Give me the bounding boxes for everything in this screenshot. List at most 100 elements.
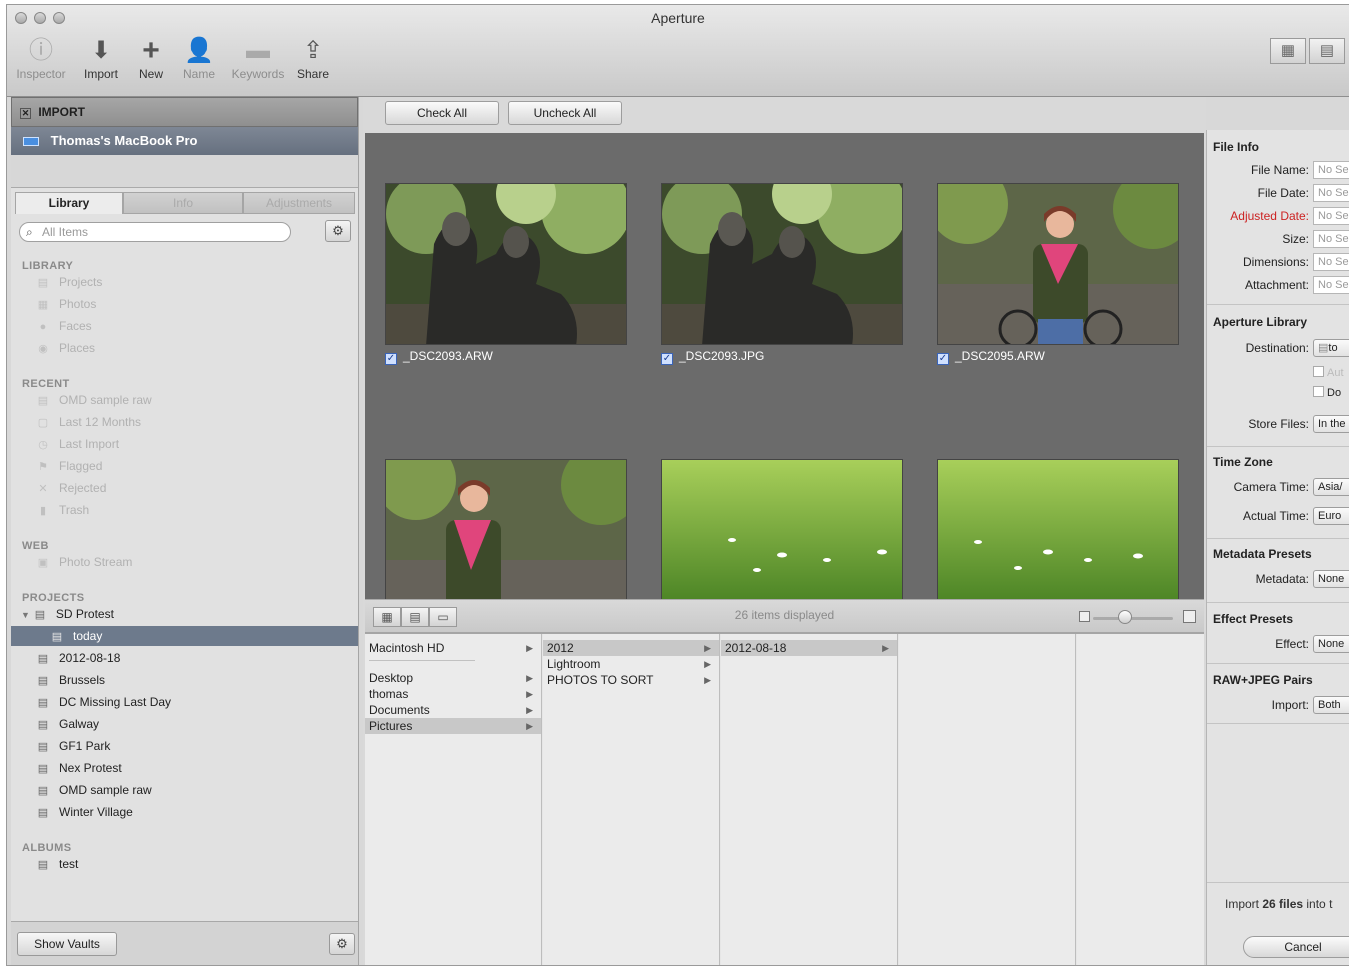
- single-view-button[interactable]: ▤: [1309, 38, 1345, 64]
- project-dc-missing[interactable]: ▤ DC Missing Last Day: [35, 692, 171, 712]
- thumbnail-caption: ✓ _DSC2093.ARW: [385, 349, 493, 365]
- name-button[interactable]: 👤 Name: [171, 35, 227, 81]
- title-toolbar: Aperture ⓘ Inspector ⬇ Import + New 👤 Na…: [7, 5, 1349, 97]
- project-winter-village[interactable]: ▤ Winter Village: [35, 802, 133, 822]
- browser-row[interactable]: PHOTOS TO SORT ▶: [543, 672, 719, 688]
- browser-row-selected[interactable]: Pictures ▶: [365, 718, 541, 734]
- auto-checkbox[interactable]: Aut: [1313, 366, 1344, 379]
- project-today-selected[interactable]: ▤ today: [11, 626, 358, 646]
- inspector-button[interactable]: ⓘ Inspector: [13, 35, 69, 81]
- show-vaults-button[interactable]: Show Vaults: [17, 932, 117, 956]
- section-library: LIBRARY: [22, 260, 74, 272]
- project-label: 2012-08-18: [59, 651, 121, 665]
- checkbox-icon[interactable]: ✓: [661, 353, 673, 365]
- recent-item-omd[interactable]: ▤ OMD sample raw: [35, 390, 152, 410]
- chevron-right-icon: ▶: [882, 643, 889, 653]
- faces-icon: ●: [39, 321, 47, 333]
- cancel-button[interactable]: Cancel: [1243, 936, 1349, 958]
- large-thumb-icon: [1183, 610, 1196, 623]
- raw-jpeg-popup[interactable]: Both: [1313, 696, 1349, 714]
- share-button[interactable]: ⇪ Share: [285, 35, 341, 81]
- library-item-faces[interactable]: ● Faces: [35, 316, 92, 336]
- tab-adjustments[interactable]: Adjustments: [243, 192, 355, 214]
- browser-row[interactable]: Lightroom ▶: [543, 656, 719, 672]
- laptop-icon: [23, 137, 39, 147]
- tab-info[interactable]: Info: [123, 192, 243, 214]
- thumbnail-image[interactable]: [937, 459, 1179, 599]
- do-checkbox[interactable]: Do: [1313, 386, 1341, 399]
- browser-row[interactable]: Macintosh HD ▶: [365, 640, 541, 656]
- thumbnail-image[interactable]: [661, 183, 903, 345]
- thumbnail-size-slider[interactable]: [1093, 617, 1173, 620]
- project-label: Brussels: [59, 673, 106, 687]
- thumbnail-image[interactable]: [385, 459, 627, 599]
- auto-label: Aut: [1327, 367, 1344, 379]
- thumbnail-image[interactable]: [937, 183, 1179, 345]
- thumbnail-grid[interactable]: ✓ _DSC2093.ARW ✓ _DSC2093.JPG ✓ _DSC2095…: [365, 133, 1204, 599]
- library-item-places[interactable]: ◉ Places: [35, 338, 95, 358]
- checkbox-icon[interactable]: ✓: [937, 353, 949, 365]
- import-button[interactable]: ⬇ Import: [73, 35, 129, 81]
- library-action-button[interactable]: ⚙: [325, 220, 351, 242]
- project-sd-protest[interactable]: ▼ ▤ SD Protest: [21, 604, 114, 624]
- import-label: Import: [83, 67, 118, 81]
- web-item-photo-stream[interactable]: ▣ Photo Stream: [35, 552, 133, 572]
- destination-label: Destination:: [1245, 341, 1309, 355]
- check-all-button[interactable]: Check All: [385, 101, 499, 125]
- album-test[interactable]: ▤ test: [35, 854, 79, 874]
- section-web: WEB: [22, 540, 49, 552]
- metadata-popup[interactable]: None: [1313, 570, 1349, 588]
- project-nex-protest[interactable]: ▤ Nex Protest: [35, 758, 122, 778]
- thumbnail-image[interactable]: [661, 459, 903, 599]
- keywords-button[interactable]: ▬ Keywords: [227, 35, 289, 81]
- camera-time-popup[interactable]: Asia/: [1313, 478, 1349, 496]
- attachment-label: Attachment:: [1244, 278, 1309, 292]
- checkbox-icon[interactable]: ✓: [385, 353, 397, 365]
- close-import-icon[interactable]: ✕: [20, 108, 31, 119]
- recent-item-flagged[interactable]: ⚑ Flagged: [35, 456, 102, 476]
- device-row[interactable]: Thomas's MacBook Pro: [11, 127, 358, 155]
- effect-popup[interactable]: None: [1313, 635, 1349, 653]
- slider-knob[interactable]: [1118, 610, 1132, 624]
- disclosure-triangle-icon[interactable]: ▼: [21, 610, 30, 620]
- destination-popup[interactable]: ▤to: [1313, 339, 1349, 357]
- project-gf1-park[interactable]: ▤ GF1 Park: [35, 736, 111, 756]
- project-label: Winter Village: [59, 805, 133, 819]
- vault-action-button[interactable]: ⚙: [329, 933, 355, 955]
- recent-item-trash[interactable]: ▮ Trash: [35, 500, 89, 520]
- adjusted-date-label: Adjusted Date:: [1230, 209, 1309, 223]
- search-input[interactable]: ⌕ All Items: [19, 222, 291, 242]
- library-item-projects[interactable]: ▤ Projects: [35, 272, 103, 292]
- browser-row[interactable]: Desktop ▶: [365, 670, 541, 686]
- project-icon: ▤: [37, 675, 49, 687]
- browser-row-selected[interactable]: 2012 ▶: [543, 640, 719, 656]
- project-galway[interactable]: ▤ Galway: [35, 714, 99, 734]
- store-files-popup[interactable]: In the: [1313, 415, 1349, 433]
- row-label: Lightroom: [547, 657, 601, 671]
- dimensions-value: No Se: [1313, 253, 1349, 271]
- project-omd-sample[interactable]: ▤ OMD sample raw: [35, 780, 152, 800]
- project-brussels[interactable]: ▤ Brussels: [35, 670, 105, 690]
- library-item-photos[interactable]: ▦ Photos: [35, 294, 97, 314]
- actual-time-popup[interactable]: Euro: [1313, 507, 1349, 525]
- recent-item-last-import[interactable]: ◷ Last Import: [35, 434, 119, 454]
- recent-item-rejected[interactable]: ✕ Rejected: [35, 478, 106, 498]
- browser-column-5: [1077, 634, 1204, 965]
- project-2012-08-18[interactable]: ▤ 2012-08-18: [35, 648, 121, 668]
- thumbnail-image[interactable]: [385, 183, 627, 345]
- grid-view-button[interactable]: ▦: [1270, 38, 1306, 64]
- recent-item-label: Flagged: [59, 459, 103, 473]
- file-date-value: No Se: [1313, 184, 1349, 202]
- info-icon: ⓘ: [29, 37, 53, 64]
- section-recent: RECENT: [22, 378, 70, 390]
- browser-row[interactable]: thomas ▶: [365, 686, 541, 702]
- tab-library[interactable]: Library: [15, 192, 123, 214]
- album-icon: ▤: [37, 859, 49, 871]
- uncheck-all-button[interactable]: Uncheck All: [508, 101, 622, 125]
- library-item-label: Places: [59, 341, 96, 355]
- browser-row-selected[interactable]: 2012-08-18 ▶: [721, 640, 897, 656]
- browser-row[interactable]: Documents ▶: [365, 702, 541, 718]
- recent-item-last-12-months[interactable]: ▢ Last 12 Months: [35, 412, 141, 432]
- file-info-title: File Info: [1213, 140, 1259, 154]
- project-icon: ▤: [37, 719, 49, 731]
